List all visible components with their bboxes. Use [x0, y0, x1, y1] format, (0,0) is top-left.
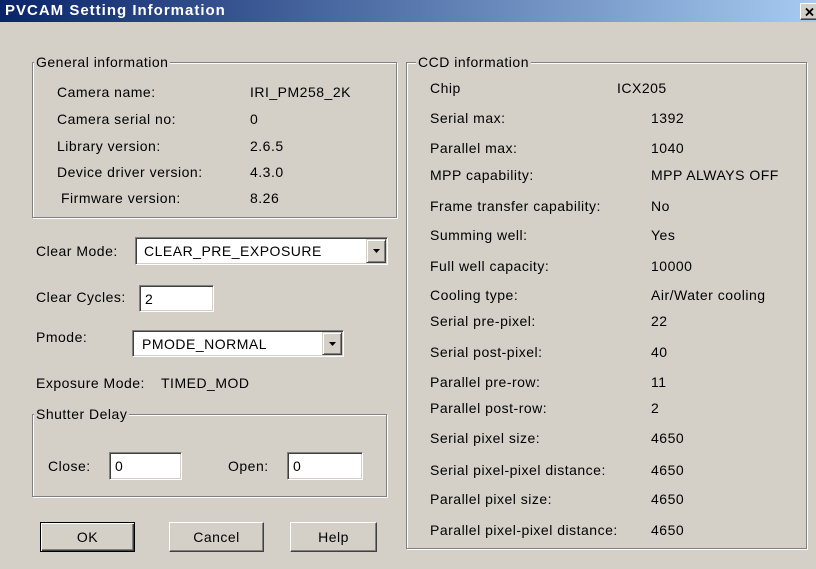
info-value: 0 [250, 111, 259, 127]
chevron-down-icon[interactable] [372, 249, 380, 253]
ccd-label: Frame transfer capability: [430, 198, 601, 214]
ccd-value: 1040 [651, 140, 685, 156]
title-bar[interactable]: PVCAM Setting Information [0, 0, 816, 22]
clear-cycles-value: 2 [145, 290, 154, 307]
ccd-value: ICX205 [617, 80, 667, 96]
ccd-label: Summing well: [430, 227, 528, 243]
pmode-label: Pmode: [36, 329, 88, 345]
shutter-open-input[interactable]: 0 [287, 452, 363, 480]
ccd-row-parallel-post-row: Parallel post-row: 2 [407, 400, 806, 416]
ccd-row-serial-max: Serial max: 1392 [407, 110, 806, 126]
shutter-delay-legend: Shutter Delay [34, 406, 130, 422]
ccd-row-serial-post-pixel: Serial post-pixel: 40 [407, 344, 806, 360]
info-label: Camera serial no: [57, 111, 176, 127]
ccd-label: Cooling type: [430, 287, 519, 303]
ccd-value: 4650 [651, 462, 685, 478]
ccd-row-parallel-pixel-size: Parallel pixel size: 4650 [407, 491, 806, 507]
ccd-value: Air/Water cooling [651, 287, 766, 303]
ccd-row-serial-pre-pixel: Serial pre-pixel: 22 [407, 313, 806, 329]
general-info-legend: General information [34, 54, 171, 70]
info-value: 8.26 [250, 190, 280, 206]
ccd-value: 4650 [651, 491, 685, 507]
info-label: Device driver version: [57, 164, 203, 180]
ccd-row-serial-pixel-size: Serial pixel size: 4650 [407, 430, 806, 446]
ccd-label: Serial pixel-pixel distance: [430, 462, 606, 478]
firmware-version-row: Firmware version: 8.26 [33, 190, 396, 206]
ccd-label: Serial post-pixel: [430, 344, 543, 360]
ccd-info-legend: CCD information [416, 54, 531, 70]
general-info-group: General information Camera name: IRI_PM2… [32, 54, 397, 218]
ccd-info-group: CCD information Chip ICX205 Serial max: … [406, 54, 807, 549]
shutter-close-label: Close: [48, 458, 91, 474]
ccd-row-summing-well: Summing well: Yes [407, 227, 806, 243]
clear-mode-selected-value: CLEAR_PRE_EXPOSURE [144, 243, 322, 259]
shutter-open-label: Open: [228, 458, 269, 474]
ccd-row-mpp-capability: MPP capability: MPP ALWAYS OFF [407, 167, 806, 183]
ccd-label: Chip [430, 80, 461, 96]
ccd-row-chip: Chip ICX205 [407, 80, 806, 96]
info-value: IRI_PM258_2K [250, 84, 351, 100]
camera-name-row: Camera name: IRI_PM258_2K [33, 84, 396, 100]
ccd-value: 40 [651, 344, 668, 360]
chevron-down-icon[interactable] [328, 341, 336, 346]
ccd-value: 2 [651, 400, 660, 416]
clear-cycles-input[interactable]: 2 [139, 285, 214, 312]
ccd-value: No [651, 198, 670, 214]
ccd-label: Serial pre-pixel: [430, 313, 536, 329]
info-value: 2.6.5 [250, 138, 284, 154]
help-button[interactable]: Help [290, 522, 377, 552]
driver-version-row: Device driver version: 4.3.0 [33, 164, 396, 180]
clear-mode-dropdown-button[interactable] [366, 239, 386, 263]
shutter-open-value: 0 [293, 458, 302, 474]
ccd-label: Serial pixel size: [430, 430, 541, 446]
ccd-row-parallel-max: Parallel max: 1040 [407, 140, 806, 156]
shutter-delay-group: Shutter Delay Close: 0 Open: 0 [32, 406, 387, 497]
camera-serial-row: Camera serial no: 0 [33, 111, 396, 127]
shutter-close-input[interactable]: 0 [109, 452, 182, 480]
pmode-dropdown-button[interactable] [322, 332, 342, 355]
ccd-label: Parallel post-row: [430, 400, 548, 416]
ccd-row-serial-pixel-distance: Serial pixel-pixel distance: 4650 [407, 462, 806, 478]
window-title: PVCAM Setting Information [5, 2, 226, 19]
ccd-value: 10000 [651, 258, 693, 274]
info-label: Firmware version: [61, 190, 181, 206]
ccd-row-parallel-pixel-distance: Parallel pixel-pixel distance: 4650 [407, 522, 806, 538]
ccd-row-cooling-type: Cooling type: Air/Water cooling [407, 287, 806, 303]
ok-button[interactable]: OK [40, 522, 135, 552]
exposure-mode-label: Exposure Mode: [36, 375, 145, 391]
ccd-label: Serial max: [430, 110, 506, 126]
cancel-button[interactable]: Cancel [169, 522, 264, 552]
ccd-label: Parallel pixel-pixel distance: [430, 522, 618, 538]
info-label: Library version: [57, 138, 161, 154]
ccd-row-parallel-pre-row: Parallel pre-row: 11 [407, 374, 806, 390]
ccd-value: MPP ALWAYS OFF [651, 167, 779, 183]
close-button[interactable] [800, 3, 816, 20]
clear-mode-label: Clear Mode: [36, 243, 118, 259]
info-label: Camera name: [57, 84, 156, 100]
library-version-row: Library version: 2.6.5 [33, 138, 396, 154]
ccd-value: 22 [651, 313, 668, 329]
ccd-value: 1392 [651, 110, 685, 126]
ccd-label: Parallel max: [430, 140, 518, 156]
ccd-label: Full well capacity: [430, 258, 550, 274]
ccd-label: Parallel pre-row: [430, 374, 541, 390]
clear-cycles-label: Clear Cycles: [36, 289, 126, 305]
exposure-mode-value: TIMED_MOD [161, 375, 250, 391]
shutter-close-value: 0 [115, 458, 124, 474]
pmode-dropdown[interactable]: PMODE_NORMAL [132, 330, 344, 357]
info-value: 4.3.0 [250, 164, 284, 180]
clear-mode-dropdown[interactable]: CLEAR_PRE_EXPOSURE [135, 237, 388, 265]
ccd-value: 11 [651, 374, 667, 390]
close-icon[interactable] [805, 8, 814, 16]
ccd-row-frame-transfer: Frame transfer capability: No [407, 198, 806, 214]
ccd-row-full-well-capacity: Full well capacity: 10000 [407, 258, 806, 274]
ccd-value: 4650 [651, 522, 685, 538]
ccd-label: Parallel pixel size: [430, 491, 553, 507]
ccd-value: Yes [651, 227, 676, 243]
ccd-label: MPP capability: [430, 167, 534, 183]
pmode-selected-value: PMODE_NORMAL [142, 335, 268, 352]
ccd-value: 4650 [651, 430, 685, 446]
